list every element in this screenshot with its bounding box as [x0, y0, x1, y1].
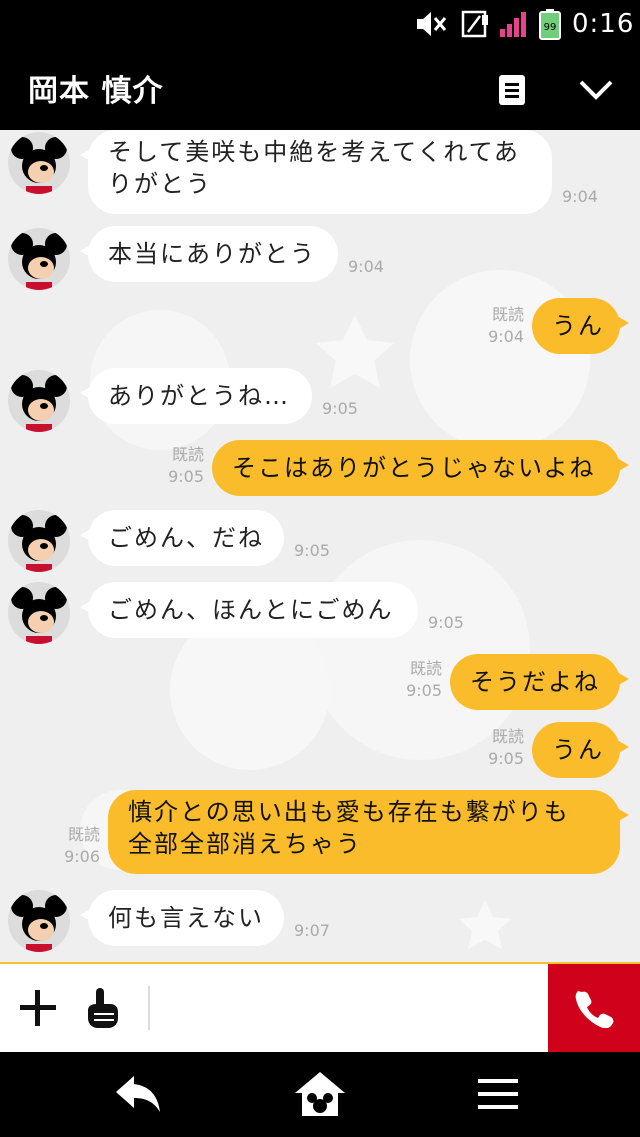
menu-toggle-button[interactable] [574, 68, 618, 112]
message-bubble[interactable]: そうだよね [450, 654, 629, 710]
message-text: うん [552, 736, 604, 764]
message-bubble[interactable]: うん [532, 298, 629, 354]
message-bubble[interactable]: 慎介との思い出も愛も存在も繋がりも 全部全部消えちゃう [108, 790, 629, 874]
chat-area[interactable]: そして美咲も中絶を考えてくれてあ りがとう 9:04 本当にありがとう 9:04… [0, 130, 640, 962]
message-meta: 既読 9:04 [488, 304, 524, 348]
message-text: そこはありがとうじゃないよね [232, 454, 596, 482]
message-line: 慎介との思い出も愛も存在も繋がりも [128, 798, 570, 826]
menu-button[interactable] [468, 1066, 528, 1122]
signal-icon [498, 8, 530, 40]
message-bubble[interactable]: そして美咲も中絶を考えてくれてあ りがとう [80, 130, 552, 214]
status-time: 0:16 [572, 9, 635, 39]
call-button[interactable] [548, 964, 640, 1052]
composer-bar [0, 962, 640, 1052]
back-arrow-icon [116, 1076, 160, 1112]
message-text: 何も言えない [108, 904, 264, 932]
message-bubble[interactable]: ありがとうね… [80, 368, 312, 424]
battery-icon: 99 [538, 8, 562, 40]
message-time: 9:05 [168, 467, 204, 486]
message-meta: 既読 9:05 [406, 658, 442, 702]
status-bar: 99 0:16 [0, 0, 640, 48]
add-attachment-button[interactable] [16, 986, 60, 1030]
mute-icon [414, 8, 448, 40]
read-receipt: 既読 [491, 727, 524, 746]
message-text: ごめん、だね [108, 524, 264, 552]
message-input[interactable] [160, 974, 534, 1044]
message-time: 9:05 [294, 541, 330, 560]
message-bubble[interactable]: 本当にありがとう [80, 226, 338, 282]
message-time: 9:06 [64, 847, 100, 866]
pointing-glove-icon [88, 988, 118, 1028]
avatar[interactable] [8, 370, 70, 432]
avatar[interactable] [8, 890, 70, 952]
message-time: 9:04 [562, 187, 598, 206]
message-bubble[interactable]: ごめん、ほんとにごめん [80, 582, 418, 638]
message-line: そして美咲も中絶を考えてくれてあ [108, 138, 520, 166]
message-meta: 既読 9:06 [64, 824, 100, 868]
message-time: 9:04 [348, 257, 384, 276]
read-receipt: 既読 [409, 659, 442, 678]
message-time: 9:04 [488, 327, 524, 346]
message-line: りがとう [108, 170, 212, 198]
plus-icon [20, 990, 56, 1026]
message-text: ありがとうね… [108, 382, 290, 410]
avatar[interactable] [8, 228, 70, 290]
nfc-icon [460, 8, 490, 40]
contact-name: 岡本 慎介 [28, 74, 164, 109]
avatar[interactable] [8, 510, 70, 572]
message-line: 全部全部消えちゃう [128, 830, 362, 858]
phone-icon [575, 991, 614, 1028]
mickey-avatar-icon [11, 515, 67, 572]
bottom-nav [0, 1052, 640, 1137]
hamburger-icon [478, 1079, 518, 1109]
message-time: 9:05 [428, 613, 464, 632]
notes-button[interactable] [490, 68, 534, 112]
message-time: 9:05 [488, 749, 524, 768]
home-button[interactable] [290, 1066, 350, 1122]
message-text: うん [552, 312, 604, 340]
chat-header: 岡本 慎介 [0, 48, 640, 130]
message-text: そうだよね [470, 668, 600, 696]
message-time: 9:07 [294, 921, 330, 940]
mickey-avatar-icon [11, 895, 67, 952]
composer-divider [148, 986, 150, 1030]
message-meta: 既読 9:05 [168, 444, 204, 488]
battery-level: 99 [544, 22, 557, 33]
back-button[interactable] [108, 1066, 168, 1122]
mickey-avatar-icon [11, 587, 67, 644]
avatar[interactable] [8, 582, 70, 644]
message-bubble[interactable]: 何も言えない [80, 890, 284, 946]
message-time: 9:05 [406, 681, 442, 700]
message-text: ごめん、ほんとにごめん [108, 596, 394, 624]
message-text: 本当にありがとう [108, 240, 316, 268]
mickey-avatar-icon [11, 137, 67, 194]
read-receipt: 既読 [67, 825, 100, 844]
mickey-avatar-icon [11, 375, 67, 432]
read-receipt: 既読 [491, 305, 524, 324]
chevron-down-icon [579, 80, 613, 100]
read-receipt: 既読 [171, 445, 204, 464]
notes-icon [499, 75, 525, 105]
message-bubble[interactable]: そこはありがとうじゃないよね [212, 440, 629, 496]
message-bubble[interactable]: うん [532, 722, 629, 778]
mickey-avatar-icon [11, 233, 67, 290]
message-meta: 既読 9:05 [488, 726, 524, 770]
home-icon [295, 1072, 345, 1116]
message-bubble[interactable]: ごめん、だね [80, 510, 284, 566]
message-time: 9:05 [322, 399, 358, 418]
sticker-button[interactable] [80, 984, 124, 1032]
avatar[interactable] [8, 132, 70, 194]
